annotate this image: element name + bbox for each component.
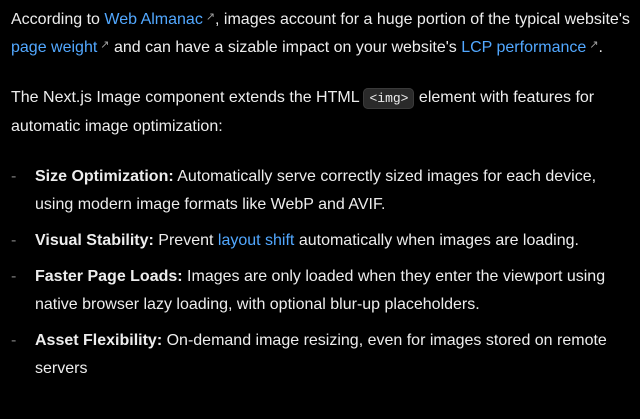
list-item: - Visual Stability: Prevent layout shift… xyxy=(11,227,631,255)
lcp-performance-link-label: LCP performance xyxy=(461,39,587,56)
intro-text-3: and can have a sizable impact on your we… xyxy=(109,39,462,56)
feature-list: - Size Optimization: Automatically serve… xyxy=(11,163,631,383)
intro-text-2: , images account for a huge portion of t… xyxy=(215,11,630,28)
lcp-performance-link[interactable]: LCP performance ↗ xyxy=(461,39,598,56)
external-link-icon: ↗ xyxy=(100,39,110,51)
web-almanac-link[interactable]: Web Almanac ↗ xyxy=(104,11,215,28)
intro-text-1: According to xyxy=(11,11,105,28)
img-code: <img> xyxy=(363,88,415,109)
feature-label: Visual Stability: xyxy=(35,232,154,249)
feature-label: Asset Flexibility: xyxy=(35,332,163,349)
intro-paragraph: According to Web Almanac ↗, images accoun… xyxy=(11,6,631,62)
list-bullet: - xyxy=(11,332,17,349)
layout-shift-link[interactable]: layout shift xyxy=(218,232,294,249)
page-weight-link[interactable]: page weight ↗ xyxy=(11,39,110,56)
feature-label: Faster Page Loads: xyxy=(35,268,183,285)
list-item: - Faster Page Loads: Images are only loa… xyxy=(11,263,631,319)
page-weight-link-label: page weight xyxy=(11,39,98,56)
feature-label: Size Optimization: xyxy=(35,168,174,185)
feature-text-pre: Prevent xyxy=(153,232,218,249)
list-item: - Asset Flexibility: On-demand image res… xyxy=(11,327,631,383)
article-content: According to Web Almanac ↗, images accoun… xyxy=(11,6,631,391)
component-text-1: The Next.js Image component extends the … xyxy=(11,89,364,106)
feature-text-post: automatically when images are loading. xyxy=(294,232,579,249)
list-bullet: - xyxy=(11,268,17,285)
web-almanac-link-label: Web Almanac xyxy=(104,11,203,28)
external-link-icon: ↗ xyxy=(589,39,599,51)
image-component-paragraph: The Next.js Image component extends the … xyxy=(11,84,631,141)
intro-text-4: . xyxy=(598,39,603,56)
list-bullet: - xyxy=(11,168,17,185)
external-link-icon: ↗ xyxy=(205,11,216,23)
list-item: - Size Optimization: Automatically serve… xyxy=(11,163,631,219)
list-bullet: - xyxy=(11,232,17,249)
